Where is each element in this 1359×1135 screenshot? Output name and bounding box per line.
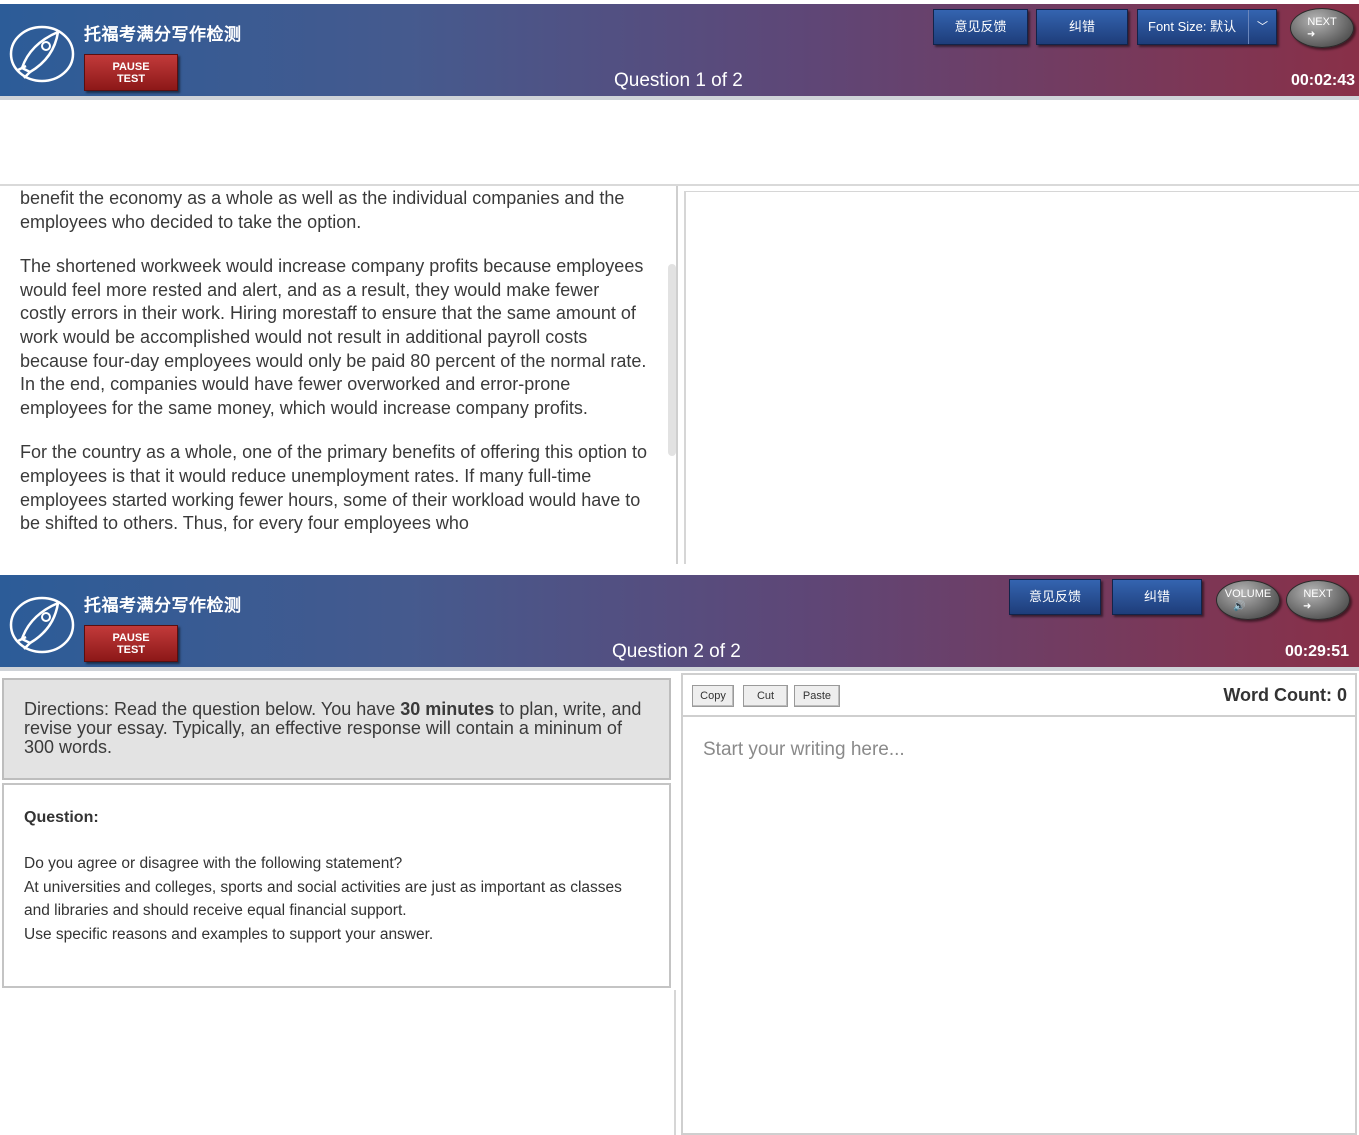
chevron-down-icon: ﹀ xyxy=(1248,10,1276,44)
pause-test-button[interactable]: PAUSE TEST xyxy=(84,54,178,91)
next-label: NEXT xyxy=(1307,16,1337,28)
question-box: Question: Do you agree or disagree with … xyxy=(2,783,671,988)
cut-button[interactable]: Cut xyxy=(743,685,788,707)
question-line: Use specific reasons and examples to sup… xyxy=(24,925,434,943)
word-count: Word Count: 0 xyxy=(1223,685,1347,705)
directions-text: Directions: Read the question below. You… xyxy=(24,699,401,719)
volume-label: VOLUME xyxy=(1224,588,1272,600)
editor-toolbar: Copy Cut Paste Word Count: 0 xyxy=(683,675,1355,717)
app-title: 托福考满分写作检测 xyxy=(84,25,242,44)
question-counter: Question 1 of 2 xyxy=(614,70,743,91)
rocket-logo-icon xyxy=(9,25,75,83)
test-header: 托福考满分写作检测 PAUSE TEST Question 1 of 2 意见反… xyxy=(0,4,1359,100)
passage-paragraph: benefit the economy as a whole as well a… xyxy=(20,188,625,232)
correction-button[interactable]: 纠错 xyxy=(1036,9,1128,45)
volume-button[interactable]: VOLUME 🔊 xyxy=(1216,580,1280,620)
directions-box: Directions: Read the question below. You… xyxy=(2,678,671,780)
test-label: TEST xyxy=(116,644,146,656)
question-counter: Question 2 of 2 xyxy=(612,641,741,662)
font-size-select[interactable]: Font Size: 默认 ﹀ xyxy=(1137,9,1277,45)
correction-button[interactable]: 纠错 xyxy=(1112,579,1202,615)
test-label: TEST xyxy=(116,73,146,85)
blank-panel xyxy=(684,191,1359,564)
font-size-label: Font Size: 默认 xyxy=(1148,19,1237,34)
feedback-button[interactable]: 意见反馈 xyxy=(1009,579,1101,615)
passage-paragraph: The shortened workweek would increase co… xyxy=(20,256,647,418)
essay-editor: Copy Cut Paste Word Count: 0 xyxy=(681,673,1357,1135)
next-label: NEXT xyxy=(1303,588,1333,600)
passage-paragraph: For the country as a whole, one of the p… xyxy=(20,442,648,534)
pause-test-button[interactable]: PAUSE TEST xyxy=(84,625,178,662)
next-button[interactable]: NEXT ➜ xyxy=(1286,580,1350,620)
test-header: 托福考满分写作检测 PAUSE TEST Question 2 of 2 意见反… xyxy=(0,575,1359,671)
rocket-logo-icon xyxy=(9,596,75,654)
copy-button[interactable]: Copy xyxy=(692,685,734,707)
pause-label: PAUSE xyxy=(112,632,150,644)
directions-time: 30 minutes xyxy=(400,699,495,719)
pause-label: PAUSE xyxy=(112,61,150,73)
feedback-button[interactable]: 意见反馈 xyxy=(933,9,1028,45)
question-heading: Question: xyxy=(24,809,99,826)
reading-passage-panel[interactable]: benefit the economy as a whole as well a… xyxy=(0,186,678,564)
scrollbar-thumb[interactable] xyxy=(668,264,676,456)
paste-button[interactable]: Paste xyxy=(794,685,840,707)
timer: 00:02:43 xyxy=(1290,72,1355,89)
question-line: Do you agree or disagree with the follow… xyxy=(24,855,403,872)
divider xyxy=(674,990,676,1135)
next-button[interactable]: NEXT ➜ xyxy=(1290,8,1354,48)
essay-input[interactable] xyxy=(683,719,1355,1133)
timer: 00:29:51 xyxy=(1284,643,1349,660)
question-line: At universities and colleges, sports and… xyxy=(24,878,622,920)
arrow-right-icon: ➜ xyxy=(1307,29,1316,40)
app-title: 托福考满分写作检测 xyxy=(84,596,242,615)
reading-passage: benefit the economy as a whole as well a… xyxy=(20,187,650,557)
speaker-icon: 🔊 xyxy=(1233,601,1246,612)
arrow-right-icon: ➜ xyxy=(1303,601,1312,612)
